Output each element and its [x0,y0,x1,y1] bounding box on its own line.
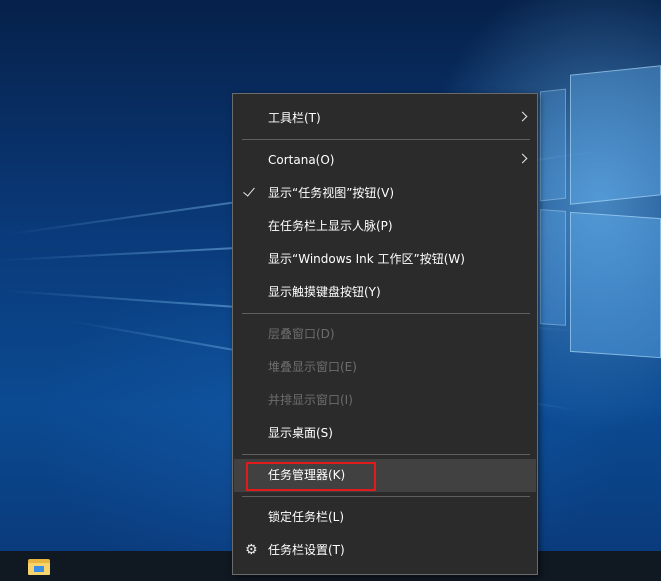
chevron-right-icon [517,111,528,122]
checkmark-icon [243,184,255,197]
menu-item-show-touch-keyboard[interactable]: 显示触摸键盘按钮(Y) [234,276,536,309]
menu-item-label: 工具栏(T) [268,111,321,125]
menu-item-taskbar-settings[interactable]: ⚙ 任务栏设置(T) [234,534,536,567]
menu-item-label: 显示桌面(S) [268,426,333,440]
menu-item-label: 显示触摸键盘按钮(Y) [268,285,381,299]
menu-item-stack-windows: 堆叠显示窗口(E) [234,351,536,384]
menu-item-cascade-windows: 层叠窗口(D) [234,318,536,351]
annotation-highlight-box [246,462,376,491]
menu-separator [242,139,530,140]
menu-item-label: 显示“任务视图”按钮(V) [268,186,395,200]
menu-item-label: 在任务栏上显示人脉(P) [268,219,393,233]
chevron-right-icon [517,153,528,164]
menu-item-show-windows-ink[interactable]: 显示“Windows Ink 工作区”按钮(W) [234,243,536,276]
gear-icon: ⚙ [245,542,258,558]
menu-item-show-desktop[interactable]: 显示桌面(S) [234,417,536,450]
menu-item-label: 堆叠显示窗口(E) [268,360,357,374]
menu-item-cortana[interactable]: Cortana(O) [234,144,536,177]
menu-item-show-people[interactable]: 在任务栏上显示人脉(P) [234,210,536,243]
menu-item-lock-taskbar[interactable]: 锁定任务栏(L) [234,501,536,534]
menu-item-label: Cortana(O) [268,153,335,167]
desktop-wallpaper: 工具栏(T) Cortana(O) 显示“任务视图”按钮(V) 在任务栏上显示人… [0,0,661,581]
menu-separator [242,454,530,455]
menu-item-toolbars[interactable]: 工具栏(T) [234,102,536,135]
file-explorer-icon[interactable] [28,557,50,575]
menu-separator [242,496,530,497]
menu-item-label: 锁定任务栏(L) [268,510,345,524]
menu-item-label: 并排显示窗口(I) [268,393,353,407]
menu-item-show-task-view-button[interactable]: 显示“任务视图”按钮(V) [234,177,536,210]
menu-item-label: 任务栏设置(T) [268,543,345,557]
menu-item-side-by-side-windows: 并排显示窗口(I) [234,384,536,417]
menu-separator [242,313,530,314]
menu-item-label: 显示“Windows Ink 工作区”按钮(W) [268,252,465,266]
taskbar-context-menu: 工具栏(T) Cortana(O) 显示“任务视图”按钮(V) 在任务栏上显示人… [232,93,538,575]
menu-item-label: 层叠窗口(D) [268,327,335,341]
